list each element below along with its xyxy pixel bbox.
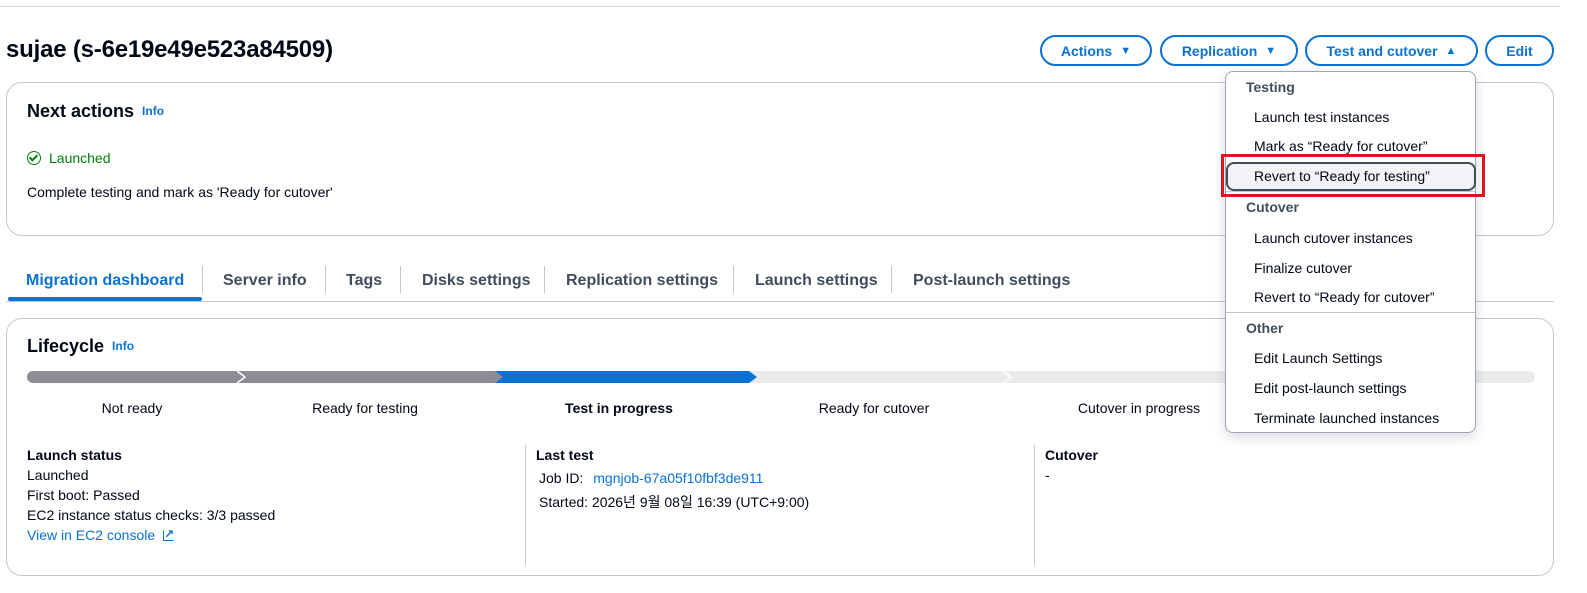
menu-item-launch-cutover-instances[interactable]: Launch cutover instances	[1254, 230, 1413, 246]
tab-migration-dashboard[interactable]: Migration dashboard	[26, 262, 184, 300]
step-test-in-progress: Test in progress	[565, 400, 673, 416]
job-id-link[interactable]: mgnjob-67a05f10fbf3de911	[593, 470, 763, 486]
menu-item-terminate-launched-instances[interactable]: Terminate launched instances	[1254, 410, 1439, 426]
actions-button-label: Actions	[1060, 42, 1113, 59]
menu-item-launch-test-instances[interactable]: Launch test instances	[1254, 109, 1389, 125]
replication-button-label: Replication	[1181, 42, 1258, 59]
menu-item-mark-ready-for-cutover[interactable]: Mark as “Ready for cutover”	[1254, 138, 1428, 154]
step-not-ready: Not ready	[101, 400, 163, 416]
lifecycle-info-link[interactable]: Info	[112, 339, 134, 353]
first-boot-status: First boot: Passed	[27, 487, 140, 503]
active-tab-indicator	[8, 297, 202, 301]
lifecycle-title: Lifecycle Info	[27, 336, 134, 357]
edit-button[interactable]: Edit	[1485, 35, 1554, 66]
next-actions-info-link[interactable]: Info	[142, 104, 164, 118]
menu-item-finalize-cutover[interactable]: Finalize cutover	[1254, 260, 1352, 276]
ec2-status-checks: EC2 instance status checks: 3/3 passed	[27, 507, 276, 523]
test-and-cutover-button-label: Test and cutover	[1326, 42, 1438, 59]
replication-button[interactable]: Replication ▼	[1160, 35, 1298, 66]
tab-replication-settings[interactable]: Replication settings	[566, 262, 718, 300]
track-current	[495, 371, 757, 383]
tab-divider	[202, 266, 203, 293]
menu-group-testing: Testing	[1246, 79, 1295, 95]
launch-status-column: Launch status Launched First boot: Passe…	[27, 445, 275, 545]
test-and-cutover-button[interactable]: Test and cutover ▲	[1305, 35, 1478, 66]
job-id-label: Job ID:	[539, 470, 584, 486]
test-started-time: Started: 2026년 9월 08일 16:39 (UTC+9:00)	[539, 494, 810, 510]
next-actions-title-text: Next actions	[27, 101, 135, 121]
cutover-value: -	[1045, 467, 1050, 483]
next-actions-title: Next actions Info	[27, 101, 164, 122]
caret-up-icon: ▲	[1445, 44, 1457, 57]
actions-button[interactable]: Actions ▼	[1040, 35, 1152, 66]
tab-divider	[733, 266, 734, 293]
launched-status-text: Launched	[49, 150, 111, 166]
menu-group-cutover: Cutover	[1246, 199, 1299, 215]
caret-down-icon: ▼	[1120, 44, 1132, 57]
step-ready-for-testing: Ready for testing	[312, 400, 418, 416]
launched-status: Launched	[27, 150, 111, 166]
tab-tags[interactable]: Tags	[346, 262, 382, 300]
menu-group-other: Other	[1246, 320, 1284, 336]
menu-item-edit-launch-settings[interactable]: Edit Launch Settings	[1254, 350, 1382, 366]
tab-divider	[891, 266, 892, 293]
launch-status-heading: Launch status	[27, 447, 122, 463]
job-id-row: Job ID: mgnjob-67a05f10fbf3de911	[539, 468, 809, 488]
menu-divider	[1226, 312, 1475, 313]
tab-divider	[544, 266, 545, 293]
next-actions-description: Complete testing and mark as 'Ready for …	[27, 184, 333, 200]
external-link-icon	[163, 524, 174, 544]
caret-down-icon: ▼	[1265, 44, 1277, 57]
page-title: sujae (s-6e19e49e523a84509)	[6, 36, 333, 63]
track-completed	[27, 371, 509, 383]
last-test-column: Last test Job ID: mgnjob-67a05f10fbf3de9…	[536, 445, 809, 512]
tab-post-launch-settings[interactable]: Post-launch settings	[913, 262, 1070, 300]
lifecycle-title-text: Lifecycle	[27, 336, 105, 356]
tab-disks-settings[interactable]: Disks settings	[422, 262, 530, 300]
menu-item-revert-ready-for-cutover[interactable]: Revert to “Ready for cutover”	[1254, 289, 1435, 305]
last-test-heading: Last test	[536, 447, 594, 463]
column-divider	[525, 445, 526, 565]
cutover-heading: Cutover	[1045, 447, 1098, 463]
step-cutover-in-progress: Cutover in progress	[1077, 400, 1201, 416]
annotation-highlight-box	[1221, 154, 1485, 197]
test-and-cutover-menu: Testing Launch test instances Mark as “R…	[1225, 71, 1476, 433]
tab-divider	[400, 266, 401, 293]
success-check-icon	[27, 151, 41, 165]
view-ec2-console-text[interactable]: View in EC2 console	[27, 527, 155, 543]
column-divider	[1034, 445, 1035, 565]
launch-status-value: Launched	[27, 467, 89, 483]
top-divider	[0, 6, 1560, 7]
menu-item-edit-post-launch-settings[interactable]: Edit post-launch settings	[1254, 380, 1407, 396]
cutover-column: Cutover -	[1045, 445, 1098, 485]
step-ready-for-cutover: Ready for cutover	[818, 400, 930, 416]
tab-server-info[interactable]: Server info	[223, 262, 307, 300]
view-ec2-console-link[interactable]: View in EC2 console	[27, 524, 275, 545]
tab-divider	[325, 266, 326, 293]
tab-launch-settings[interactable]: Launch settings	[755, 262, 878, 300]
